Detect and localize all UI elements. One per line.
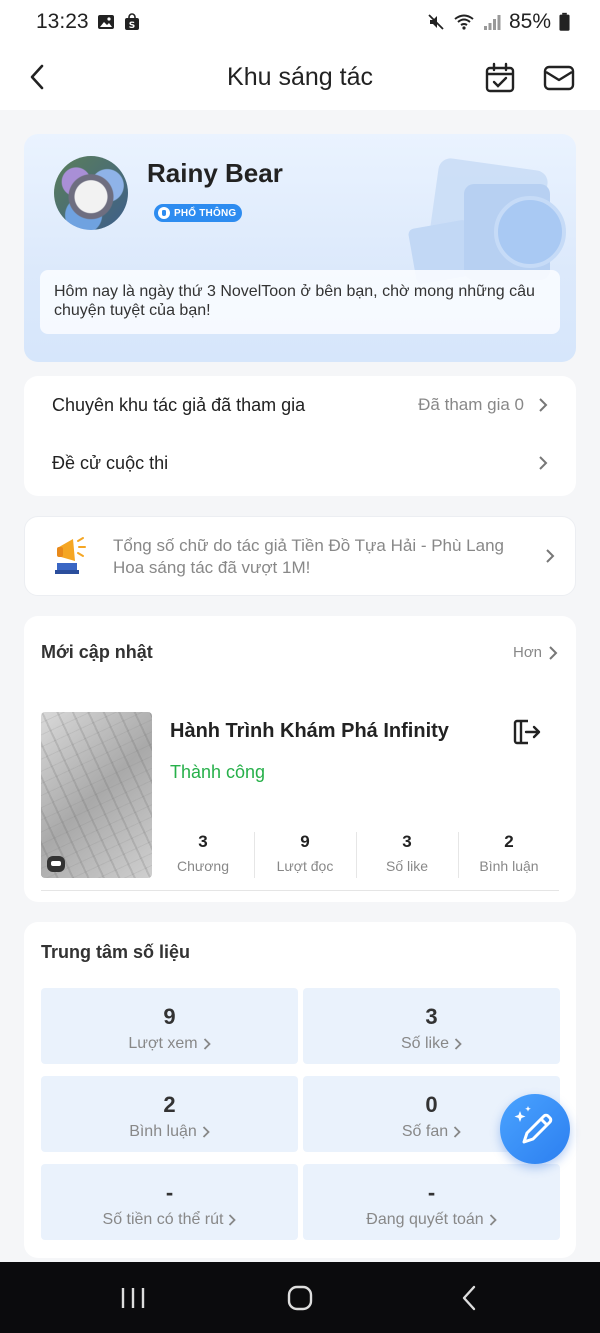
chat-bubble-icon bbox=[47, 856, 65, 872]
tile-label: Số fan bbox=[401, 1123, 449, 1140]
chevron-right-icon bbox=[539, 398, 548, 412]
app-header: Khu sáng tác bbox=[0, 44, 600, 110]
chevron-right-icon bbox=[454, 1038, 462, 1050]
tile-label: Số tiền có thể rút bbox=[102, 1211, 224, 1228]
svg-text:S: S bbox=[128, 21, 134, 31]
tile-value: - bbox=[165, 1180, 174, 1205]
book-title[interactable]: Hành Trình Khám Phá Infinity bbox=[170, 720, 449, 743]
tile-views[interactable]: 9 Lượt xem bbox=[41, 988, 298, 1064]
gallery-icon bbox=[97, 15, 114, 29]
stat-label: Lượt đọc bbox=[276, 858, 334, 874]
tile-likes[interactable]: 3 Số like bbox=[303, 988, 560, 1064]
data-center-card: Trung tâm số liệu 9 Lượt xem 3 Số like 2… bbox=[24, 922, 576, 1258]
chevron-right-icon bbox=[203, 1038, 211, 1050]
mail-icon[interactable] bbox=[542, 62, 576, 94]
recent-updates-card: Mới cập nhật Hơn Hành Trình Khám Phá Inf… bbox=[24, 616, 576, 902]
recent-apps-icon[interactable] bbox=[120, 1284, 146, 1312]
menu-item-meta: Đã tham gia 0 bbox=[418, 395, 524, 414]
stat-chapters: 3 Chương bbox=[152, 830, 254, 880]
section-title: Trung tâm số liệu bbox=[41, 942, 191, 962]
book-status: Thành công bbox=[170, 762, 266, 782]
decor-clock-icon bbox=[494, 196, 566, 268]
tile-value: 2 bbox=[163, 1092, 176, 1117]
tile-label: Lượt xem bbox=[128, 1035, 198, 1052]
write-fab-button[interactable] bbox=[500, 1094, 570, 1164]
menu-item-label: Đề cử cuộc thi bbox=[52, 452, 169, 473]
tile-value: 3 bbox=[425, 1004, 438, 1029]
stat-value: 2 bbox=[504, 832, 514, 851]
announcement-banner[interactable]: Tổng số chữ do tác giả Tiền Đồ Tựa Hải -… bbox=[24, 516, 576, 596]
stat-comments: 2 Bình luận bbox=[458, 830, 560, 880]
chevron-right-icon bbox=[546, 549, 555, 563]
stat-reads: 9 Lượt đọc bbox=[254, 830, 356, 880]
book-stats: 3 Chương 9 Lượt đọc 3 Số like 2 Bình luậ… bbox=[152, 830, 560, 880]
home-icon[interactable] bbox=[286, 1284, 314, 1312]
avatar[interactable] bbox=[54, 156, 128, 230]
wifi-icon bbox=[454, 14, 474, 30]
announcement-text: Tổng số chữ do tác giả Tiền Đồ Tựa Hải -… bbox=[113, 536, 504, 577]
battery-icon bbox=[559, 12, 570, 31]
tile-label: Số like bbox=[400, 1035, 450, 1052]
divider bbox=[41, 890, 559, 891]
menu-card: Chuyên khu tác giả đã tham gia Đã tham g… bbox=[24, 376, 576, 496]
stat-value: 9 bbox=[300, 832, 310, 851]
stat-label: Bình luận bbox=[479, 858, 539, 874]
level-badge-label: PHỔ THÔNG bbox=[174, 207, 237, 219]
chevron-right-icon bbox=[539, 456, 548, 470]
drop-icon bbox=[158, 207, 170, 219]
mute-icon bbox=[428, 14, 444, 30]
level-badge: PHỔ THÔNG bbox=[154, 204, 243, 222]
username: Rainy Bear bbox=[147, 158, 283, 188]
back-button[interactable] bbox=[20, 60, 54, 94]
menu-item-contest-nomination[interactable]: Đề cử cuộc thi bbox=[24, 434, 576, 492]
section-title: Mới cập nhật bbox=[41, 642, 153, 662]
battery-percent: 85% bbox=[508, 10, 551, 33]
tile-label: Bình luận bbox=[129, 1123, 197, 1140]
signal-icon bbox=[483, 15, 501, 30]
back-arrow-icon bbox=[30, 64, 44, 90]
status-bar: 13:23 S 85% bbox=[0, 0, 600, 44]
tile-withdrawable[interactable]: - Số tiền có thể rút bbox=[41, 1164, 298, 1240]
more-link-label: Hơn bbox=[512, 644, 542, 661]
pencil-icon bbox=[514, 1106, 553, 1144]
tile-settling[interactable]: - Đang quyết toán bbox=[303, 1164, 560, 1240]
chevron-right-icon bbox=[229, 1214, 237, 1226]
shop-icon: S bbox=[124, 13, 139, 31]
chevron-right-icon bbox=[453, 1126, 461, 1138]
chevron-right-icon bbox=[549, 645, 558, 660]
status-time: 13:23 bbox=[36, 10, 89, 33]
tile-value: - bbox=[427, 1180, 436, 1205]
menu-item-label: Chuyên khu tác giả đã tham gia bbox=[52, 394, 306, 415]
page-title: Khu sáng tác bbox=[227, 62, 373, 91]
calendar-check-icon[interactable] bbox=[484, 62, 516, 94]
greeting-message: Hôm nay là ngày thứ 3 NovelToon ở bên bạ… bbox=[40, 270, 560, 334]
chevron-right-icon bbox=[202, 1126, 210, 1138]
more-link[interactable]: Hơn bbox=[513, 644, 558, 661]
profile-card: Rainy Bear PHỔ THÔNG Hôm nay là ngày thứ… bbox=[24, 134, 576, 362]
book-cover[interactable] bbox=[41, 712, 152, 878]
stat-label: Chương bbox=[176, 858, 230, 874]
tile-label: Đang quyết toán bbox=[366, 1211, 484, 1228]
nav-back-icon[interactable] bbox=[460, 1284, 478, 1312]
stat-value: 3 bbox=[198, 832, 208, 851]
megaphone-icon bbox=[55, 537, 86, 574]
tile-value: 9 bbox=[163, 1004, 176, 1029]
stat-label: Số like bbox=[385, 858, 429, 874]
stat-value: 3 bbox=[402, 832, 412, 851]
tile-comments[interactable]: 2 Bình luận bbox=[41, 1076, 298, 1152]
export-icon[interactable] bbox=[512, 718, 542, 746]
chevron-right-icon bbox=[489, 1214, 497, 1226]
system-nav-bar bbox=[0, 1262, 600, 1333]
menu-item-joined-zones[interactable]: Chuyên khu tác giả đã tham gia Đã tham g… bbox=[24, 376, 576, 434]
stat-likes: 3 Số like bbox=[356, 830, 458, 880]
